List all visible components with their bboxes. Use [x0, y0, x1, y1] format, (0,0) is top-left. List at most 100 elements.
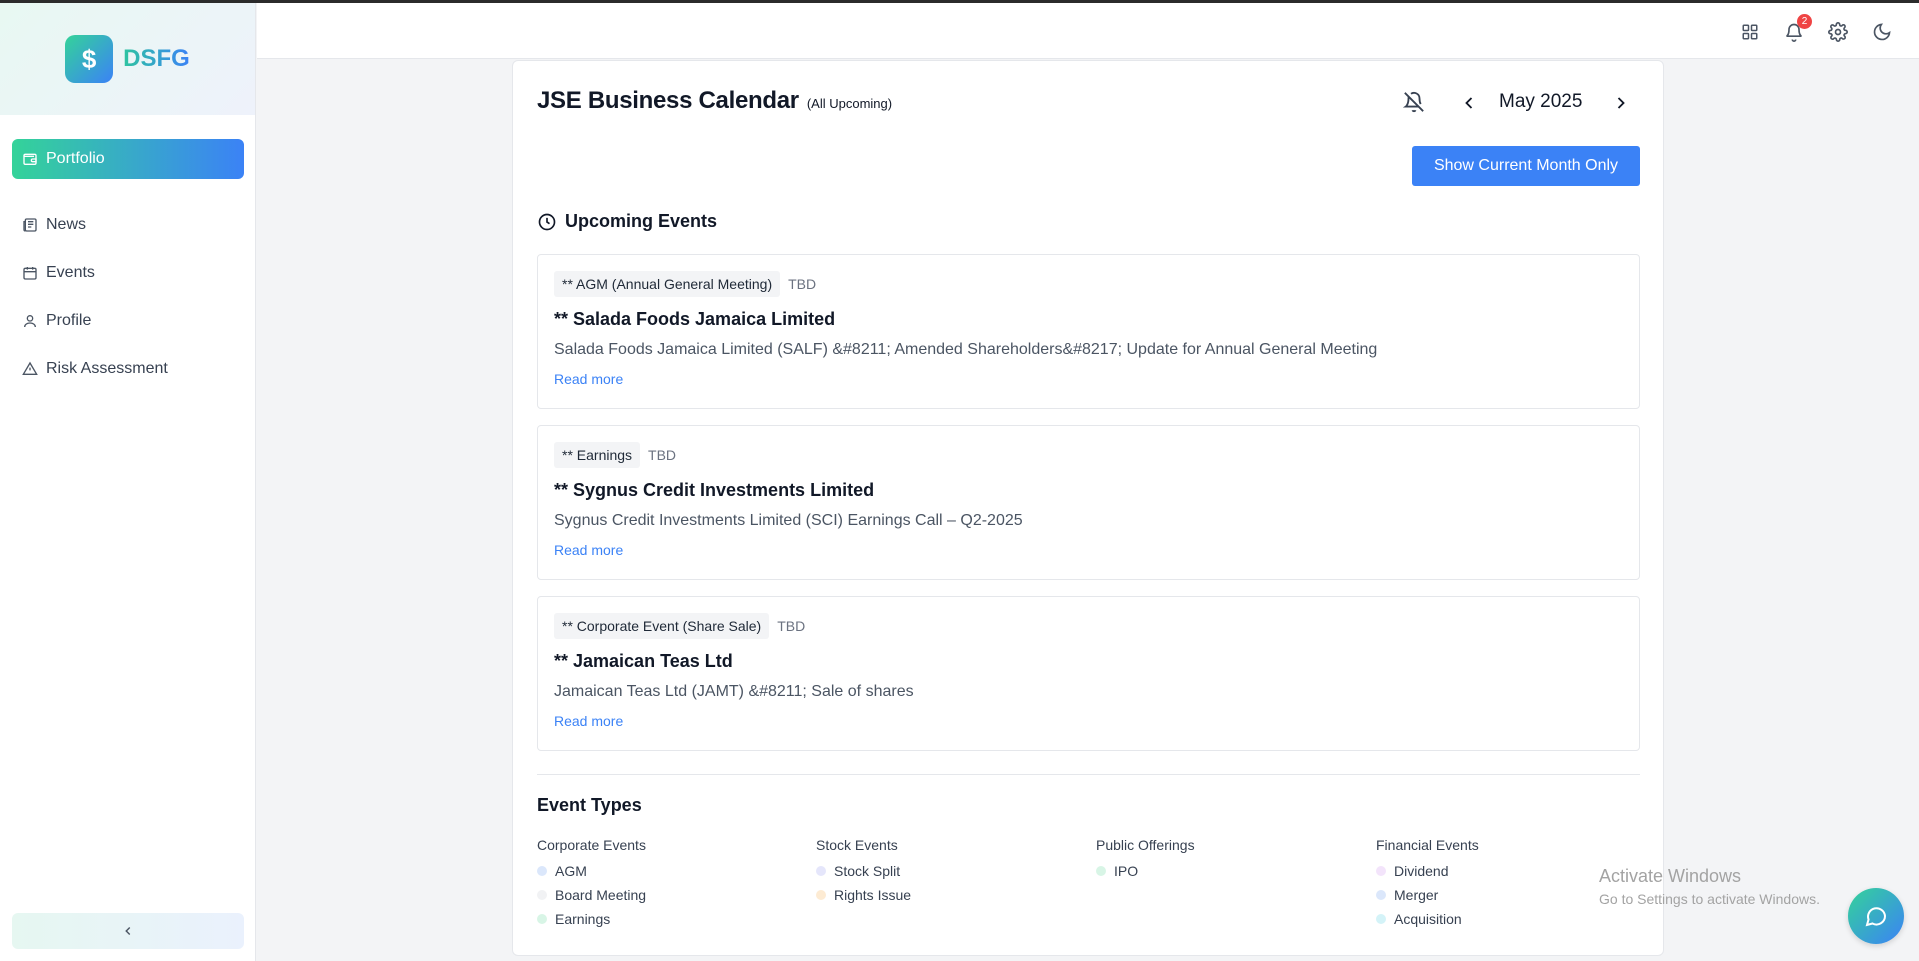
grid-icon — [1742, 24, 1758, 40]
legend-item-merger: Merger — [1376, 883, 1636, 907]
event-type-group-stock: Stock Events Stock Split Rights Issue — [816, 837, 1076, 907]
event-card: ** Earnings TBD ** Sygnus Credit Investm… — [537, 425, 1640, 580]
dollar-logo-icon: $ — [65, 35, 114, 83]
notification-badge: 2 — [1797, 14, 1812, 29]
event-title: ** Sygnus Credit Investments Limited — [554, 480, 875, 500]
legend-label: Merger — [1394, 887, 1439, 903]
event-tags: ** AGM (Annual General Meeting) TBD — [554, 271, 816, 297]
legend-dot — [537, 914, 547, 924]
event-type-group-title: Public Offerings — [1096, 837, 1195, 853]
section-divider — [537, 774, 1640, 775]
show-current-month-button[interactable]: Show Current Month Only — [1412, 146, 1640, 186]
chat-bubble-icon — [1865, 907, 1887, 927]
event-date: TBD — [788, 276, 817, 292]
event-type-tag: ** Earnings — [554, 442, 641, 468]
sidebar-item-portfolio[interactable]: Portfolio — [12, 139, 244, 179]
notifications-button[interactable]: 2 — [1782, 14, 1812, 44]
read-more-link[interactable]: Read more — [554, 713, 623, 729]
calendar-icon — [23, 267, 37, 280]
legend-label: Board Meeting — [555, 887, 647, 903]
newspaper-icon — [23, 218, 37, 232]
apps-grid-button[interactable] — [1738, 20, 1762, 44]
legend-item-acquisition: Acquisition — [1376, 907, 1636, 931]
clock-icon — [538, 213, 556, 230]
current-month-label: May 2025 — [1499, 91, 1583, 112]
legend-dot — [1376, 914, 1386, 924]
sidebar-item-profile[interactable]: Profile — [22, 305, 242, 337]
legend-dot — [537, 890, 547, 900]
read-more-link[interactable]: Read more — [554, 542, 623, 558]
section-title-text: Upcoming Events — [565, 211, 718, 231]
event-date: TBD — [648, 447, 677, 463]
event-description: Sygnus Credit Investments Limited (SCI) … — [554, 512, 1023, 529]
notifications-off-button[interactable] — [1402, 91, 1427, 115]
settings-button[interactable] — [1826, 20, 1850, 44]
legend-item-dividend: Dividend — [1376, 859, 1636, 883]
event-card: ** AGM (Annual General Meeting) TBD ** S… — [537, 254, 1640, 409]
moon-icon — [1873, 23, 1891, 41]
event-type-group-public-offerings: Public Offerings IPO — [1096, 837, 1356, 883]
watermark-title: Activate Windows — [1599, 866, 1742, 886]
chevron-left-icon — [125, 926, 131, 936]
event-type-group-title: Corporate Events — [537, 837, 646, 853]
event-type-group-corporate: Corporate Events AGM Board Meeting Earni… — [537, 837, 797, 931]
chat-button[interactable] — [1848, 888, 1904, 944]
event-date: TBD — [777, 618, 806, 634]
legend-dot — [537, 866, 547, 876]
business-calendar-card: JSE Business Calendar (All Upcoming) May… — [512, 60, 1664, 956]
sidebar-item-label: Risk Assessment — [46, 360, 168, 377]
sidebar-item-label: Profile — [46, 312, 92, 329]
legend-dot — [1376, 890, 1386, 900]
event-tags: ** Earnings TBD — [554, 442, 676, 468]
sidebar-item-label: Events — [46, 264, 95, 281]
event-description: Jamaican Teas Ltd (JAMT) &#8211; Sale of… — [554, 683, 914, 700]
chevron-right-icon — [1617, 97, 1625, 109]
calendar-heading: JSE Business Calendar (All Upcoming) — [537, 87, 892, 115]
legend-item-rights-issue: Rights Issue — [816, 883, 1076, 907]
event-type-tag: ** AGM (Annual General Meeting) — [554, 271, 781, 297]
event-card: ** Corporate Event (Share Sale) TBD ** J… — [537, 596, 1640, 751]
brand-header[interactable]: $ DSFG — [0, 3, 255, 115]
legend-dot — [816, 890, 826, 900]
legend-item-agm: AGM — [537, 859, 797, 883]
event-title: ** Salada Foods Jamaica Limited — [554, 309, 836, 329]
bell-off-icon — [1402, 91, 1424, 113]
legend-label: IPO — [1114, 863, 1139, 879]
sidebar-collapse-button[interactable] — [12, 913, 244, 949]
theme-toggle-button[interactable] — [1870, 20, 1894, 44]
event-types-heading: Event Types — [537, 795, 642, 815]
legend-label: Earnings — [555, 911, 611, 927]
page-title: JSE Business Calendar — [537, 87, 799, 114]
chevron-left-icon — [1465, 97, 1473, 109]
sidebar-item-risk-assessment[interactable]: Risk Assessment — [22, 353, 242, 385]
upcoming-events-heading: Upcoming Events — [537, 211, 717, 232]
event-type-group-title: Financial Events — [1376, 837, 1479, 853]
windows-activation-watermark: Activate Windows Go to Settings to activ… — [1599, 866, 1820, 907]
legend-label: Acquisition — [1394, 911, 1462, 927]
legend-dot — [816, 866, 826, 876]
previous-month-button[interactable] — [1459, 93, 1479, 113]
wallet-icon — [23, 153, 37, 165]
sidebar-item-events[interactable]: Events — [22, 257, 242, 289]
sidebar-item-label: News — [46, 216, 87, 233]
gear-icon — [1828, 22, 1848, 42]
legend-label: Dividend — [1394, 863, 1449, 879]
read-more-link[interactable]: Read more — [554, 371, 623, 387]
sidebar-item-label: Portfolio — [46, 150, 105, 167]
legend-dot — [1376, 866, 1386, 876]
brand-name: DSFG — [123, 45, 190, 72]
next-month-button[interactable] — [1611, 93, 1631, 113]
sidebar-item-news[interactable]: News — [22, 209, 242, 241]
legend-label: Stock Split — [834, 863, 901, 879]
sidebar: $ DSFG Portfolio News Events Profile Ris… — [0, 3, 256, 961]
event-type-group-title: Stock Events — [816, 837, 898, 853]
event-description: Salada Foods Jamaica Limited (SALF) &#82… — [554, 341, 1378, 358]
watermark-subtitle: Go to Settings to activate Windows. — [1599, 891, 1820, 907]
legend-label: Rights Issue — [834, 887, 912, 903]
legend-item-earnings: Earnings — [537, 907, 797, 931]
event-type-group-financial: Financial Events Dividend Merger Acquisi… — [1376, 837, 1636, 931]
event-title: ** Jamaican Teas Ltd — [554, 651, 733, 671]
legend-item-ipo: IPO — [1096, 859, 1356, 883]
event-type-tag: ** Corporate Event (Share Sale) — [554, 613, 770, 639]
warning-icon — [22, 361, 38, 375]
